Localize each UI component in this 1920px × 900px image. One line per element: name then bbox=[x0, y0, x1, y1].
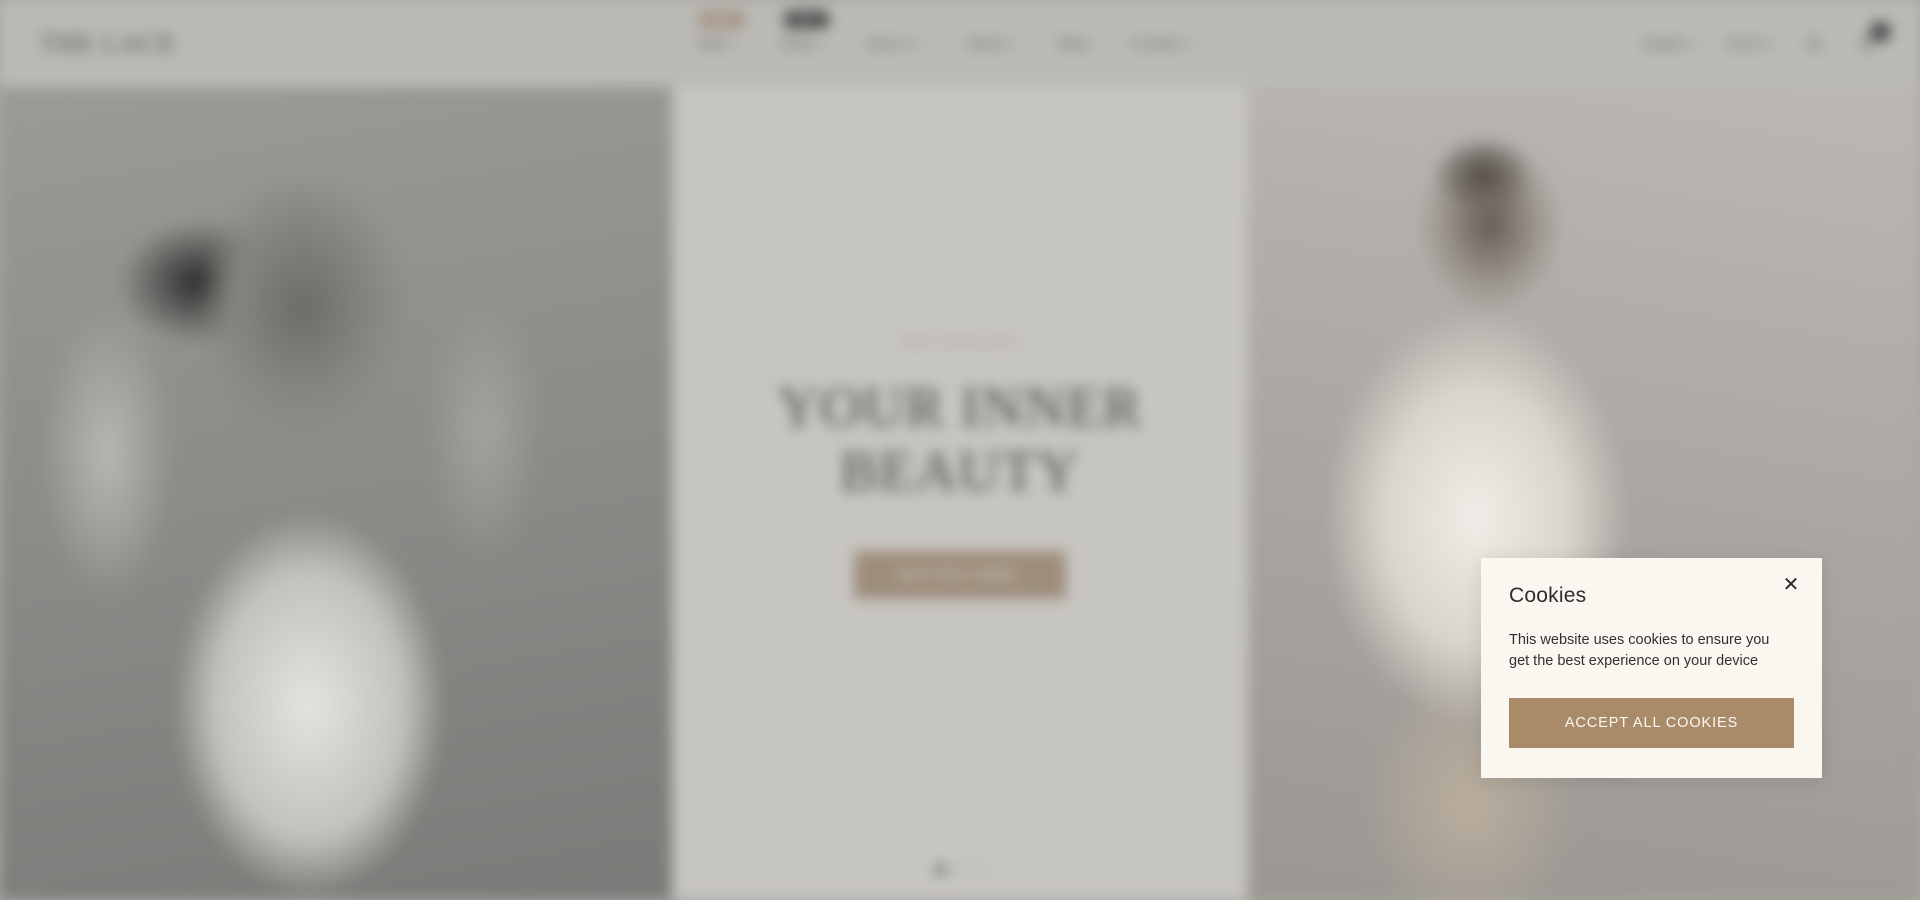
cookie-modal-body: This website uses cookies to ensure you … bbox=[1509, 632, 1770, 670]
hero-eyebrow: New Collection bbox=[902, 333, 1018, 349]
nav-item-about[interactable]: About bbox=[965, 28, 1019, 59]
chevron-down-icon bbox=[732, 42, 739, 47]
main-navigation: SALE Sale NEW Shop New In About Blog Con… bbox=[340, 0, 1550, 87]
search-button[interactable] bbox=[1802, 31, 1828, 57]
nav-item-new-in[interactable]: New In bbox=[865, 28, 926, 59]
cart-count-badge: 0 bbox=[1871, 21, 1890, 41]
nav-label-new-in: New In bbox=[867, 36, 914, 51]
currency-selector[interactable]: USD $ bbox=[1725, 37, 1776, 51]
nav-label-about: About bbox=[966, 36, 1006, 51]
chevron-down-icon bbox=[819, 42, 826, 47]
chevron-down-icon bbox=[1010, 42, 1017, 47]
nav-item-shop[interactable]: NEW Shop bbox=[778, 11, 829, 59]
language-selector[interactable]: English bbox=[1642, 37, 1699, 51]
carousel-dot-2[interactable] bbox=[955, 865, 965, 874]
nav-label-blog: Blog bbox=[1058, 36, 1089, 51]
close-icon: ✕ bbox=[1782, 574, 1800, 596]
search-icon bbox=[1807, 35, 1823, 52]
nav-badge-shop: NEW bbox=[783, 11, 829, 28]
hero-image-left bbox=[0, 87, 672, 900]
nav-item-blog[interactable]: Blog bbox=[1056, 28, 1090, 59]
model-photo-monochrome bbox=[0, 87, 672, 900]
accept-all-cookies-button[interactable]: ACCEPT ALL COOKIES bbox=[1509, 697, 1794, 748]
nav-label-contact: Contact bbox=[1130, 36, 1182, 51]
nav-label-sale: Sale bbox=[697, 36, 728, 51]
nav-item-contact[interactable]: Contact bbox=[1128, 28, 1194, 59]
model-photo-warm bbox=[1248, 87, 1920, 900]
chevron-down-icon bbox=[1186, 42, 1193, 47]
hero-content: New Collection YOUR INNER BEAUTY BUTTON … bbox=[672, 87, 1248, 900]
chevron-down-icon bbox=[1770, 42, 1776, 47]
cart-button[interactable]: 0 bbox=[1854, 21, 1890, 57]
site-header: THE LACE SALE Sale NEW Shop New In About… bbox=[0, 0, 1920, 87]
hero-title: YOUR INNER BEAUTY bbox=[777, 375, 1143, 503]
hero-carousel: New Collection YOUR INNER BEAUTY BUTTON … bbox=[0, 87, 1920, 900]
carousel-dot-3[interactable] bbox=[975, 865, 985, 874]
header-utilities: English USD $ 0 bbox=[1550, 21, 1890, 57]
nav-item-sale[interactable]: SALE Sale bbox=[695, 11, 746, 59]
carousel-pagination bbox=[0, 865, 1920, 874]
cookie-consent-modal: ✕ Cookies This website uses cookies to e… bbox=[1481, 558, 1822, 778]
language-selector-value: English bbox=[1642, 36, 1687, 51]
hero-image-right bbox=[1248, 87, 1920, 900]
nav-badge-sale: SALE bbox=[697, 11, 746, 28]
chevron-down-icon bbox=[1692, 42, 1699, 47]
currency-selector-value: USD $ bbox=[1724, 36, 1764, 51]
browser-viewport: THE LACE SALE Sale NEW Shop New In About… bbox=[0, 0, 1920, 900]
brand-logo[interactable]: THE LACE bbox=[40, 29, 340, 59]
carousel-dot-1[interactable] bbox=[935, 865, 945, 874]
cookie-close-button[interactable]: ✕ bbox=[1780, 574, 1802, 596]
cookie-modal-title: Cookies bbox=[1509, 584, 1587, 607]
nav-label-shop: Shop bbox=[780, 36, 815, 51]
hero-cta-button[interactable]: BUTTON LABEL bbox=[854, 551, 1066, 600]
hero-text-panel: New Collection YOUR INNER BEAUTY BUTTON … bbox=[672, 87, 1248, 900]
chevron-down-icon bbox=[918, 42, 925, 47]
